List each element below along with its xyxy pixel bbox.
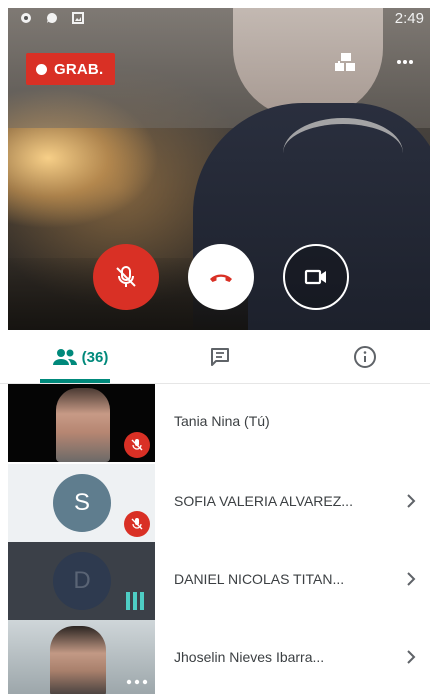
tab-bar: (36): [0, 330, 430, 384]
recording-dot-icon: [36, 63, 47, 75]
participant-muted-badge: [124, 511, 150, 537]
hangup-icon: [210, 274, 232, 282]
tab-info[interactable]: [335, 330, 395, 384]
avatar: S: [53, 474, 111, 532]
notification-icon: [21, 13, 31, 23]
participant-list: Tania Nina (Tú) S SOFIA VALERIA ALVAREZ.…: [0, 384, 430, 694]
speaker-collar: [283, 118, 403, 188]
video-camera-icon: [304, 269, 326, 285]
avatar-initial: S: [73, 489, 90, 516]
tab-chat[interactable]: [190, 330, 250, 384]
participant-face: [50, 626, 106, 694]
participant-count: (36): [81, 348, 109, 366]
participant-muted-badge: [124, 432, 150, 458]
mic-off-icon: [116, 266, 136, 287]
participant-name: Jhoselin Nieves Ibarra...: [174, 649, 325, 665]
image-icon: [72, 12, 84, 24]
participant-row[interactable]: S SOFIA VALERIA ALVAREZ...: [0, 464, 430, 542]
avatar: D: [53, 552, 111, 610]
participant-row[interactable]: Jhoselin Nieves Ibarra...: [0, 620, 430, 694]
participant-video-thumbnail: [8, 620, 155, 694]
chat-icon: [211, 348, 229, 366]
participant-avatar-tile: D: [8, 542, 155, 620]
status-bar: 2:49: [8, 8, 430, 30]
chevron-right-icon[interactable]: [404, 570, 418, 588]
participant-video-thumbnail: [8, 384, 155, 462]
message-icon: [46, 12, 57, 23]
recording-badge: GRAB.: [26, 53, 116, 85]
speaking-indicator-icon: [126, 592, 144, 610]
participant-face: [56, 388, 110, 462]
info-icon: [354, 346, 376, 368]
mic-toggle-button[interactable]: [93, 244, 159, 310]
camera-toggle-button[interactable]: [283, 244, 349, 310]
status-time: 2:49: [394, 10, 424, 27]
layout-switch-icon[interactable]: [334, 52, 356, 74]
tab-selected-indicator: [40, 379, 110, 383]
people-icon: [52, 349, 77, 365]
participant-name: SOFIA VALERIA ALVAREZ...: [174, 493, 353, 509]
participant-name: DANIEL NICOLAS TITAN...: [174, 571, 345, 587]
participant-row[interactable]: Tania Nina (Tú): [0, 384, 430, 462]
hangup-button[interactable]: [188, 244, 254, 310]
tab-people[interactable]: (36): [30, 330, 130, 384]
mic-off-icon: [131, 439, 143, 451]
more-options-icon[interactable]: [395, 52, 415, 72]
chevron-right-icon[interactable]: [404, 648, 418, 666]
participant-avatar-tile: S: [8, 464, 155, 542]
avatar-initial: D: [73, 567, 91, 594]
mic-off-icon: [131, 518, 143, 530]
more-options-icon[interactable]: [126, 678, 148, 686]
recording-label: GRAB.: [54, 60, 104, 78]
chevron-right-icon[interactable]: [404, 492, 418, 510]
participant-row[interactable]: D DANIEL NICOLAS TITAN...: [0, 542, 430, 620]
participant-name: Tania Nina (Tú): [174, 413, 270, 429]
